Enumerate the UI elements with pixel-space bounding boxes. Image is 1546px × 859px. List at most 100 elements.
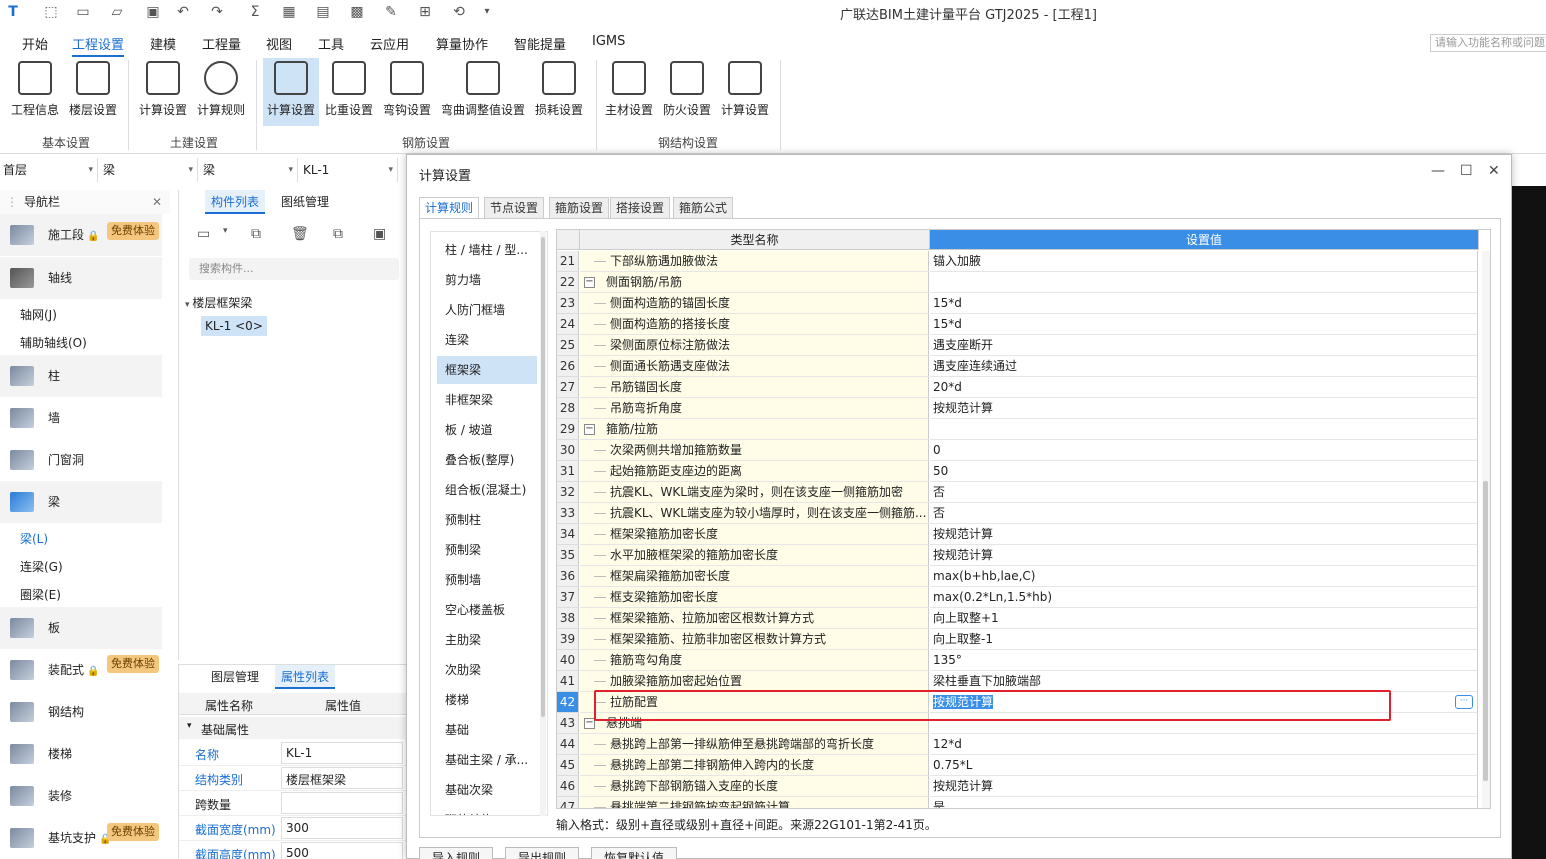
density-settings-button[interactable]: 比重设置: [320, 58, 378, 126]
category-item[interactable]: 框架梁: [437, 356, 537, 384]
more-options-icon[interactable]: ···: [1455, 695, 1473, 709]
table-row[interactable]: 38 框架梁箍筋、拉筋加密区根数计算方式 向上取整+1: [557, 608, 1490, 629]
new-component-icon[interactable]: ▭: [197, 226, 210, 242]
row-setting-value[interactable]: max(0.2*Ln,1.5*hb): [930, 587, 1478, 608]
table-row[interactable]: 33 抗震KL、WKL端支座为较小墙厚时，则在该支座一侧箍筋... 否: [557, 503, 1490, 524]
nav-item-foundation-pit[interactable]: 基坑支护 🔒 免费体验: [0, 817, 162, 859]
table-row[interactable]: 47 悬挑端第二排钢筋按弯起钢筋计算 是: [557, 797, 1490, 808]
maximize-icon[interactable]: ☐: [1460, 163, 1473, 179]
loss-settings-button[interactable]: 损耗设置: [530, 58, 588, 126]
copy-icon[interactable]: ⧉: [251, 226, 261, 242]
import-rules-button[interactable]: 导入规则: [419, 847, 494, 859]
scroll-thumb[interactable]: [541, 237, 545, 717]
scroll-thumb[interactable]: [1483, 481, 1488, 781]
category-item[interactable]: 剪力墙: [437, 266, 537, 294]
tab-stirrup-settings[interactable]: 箍筋设置: [549, 197, 610, 219]
tab-property-list[interactable]: 属性列表: [275, 665, 336, 689]
collapse-icon[interactable]: −: [584, 424, 595, 435]
tab-layer-management[interactable]: 图层管理: [205, 665, 265, 689]
row-setting-value[interactable]: 否: [930, 503, 1478, 524]
layout-icon[interactable]: ▩: [348, 3, 366, 21]
menu-collab[interactable]: 算量协作: [436, 34, 488, 53]
row-setting-value[interactable]: 锚入加腋: [930, 251, 1478, 272]
rebar-calc-settings-button[interactable]: 计算设置: [263, 58, 319, 126]
row-setting-value[interactable]: 50: [930, 461, 1478, 482]
table-row[interactable]: 25 梁侧面原位标注筋做法 遇支座断开: [557, 335, 1490, 356]
export-rules-button[interactable]: 导出规则: [505, 847, 580, 859]
menu-tools[interactable]: 工具: [318, 34, 344, 53]
row-setting-value[interactable]: [930, 272, 1478, 293]
row-setting-value[interactable]: 0: [930, 440, 1478, 461]
category-item[interactable]: 基础主梁 / 承...: [437, 746, 537, 774]
row-setting-value[interactable]: 15*d: [930, 314, 1478, 335]
row-setting-value[interactable]: 按规范计算: [930, 545, 1478, 566]
category-item[interactable]: 主肋梁: [437, 626, 537, 654]
category-item[interactable]: 次肋梁: [437, 656, 537, 684]
table-row[interactable]: 28 吊筋弯折角度 按规范计算: [557, 398, 1490, 419]
nav-item-beam[interactable]: 梁: [0, 481, 162, 523]
category-item[interactable]: 连梁: [437, 326, 537, 354]
tab-component-list[interactable]: 构件列表: [205, 190, 266, 214]
table-row[interactable]: 29− 箍筋/拉筋: [557, 419, 1490, 440]
table-row[interactable]: 44 悬挑跨上部第一排纵筋伸至悬挑跨端部的弯折长度 12*d: [557, 734, 1490, 755]
menu-smart[interactable]: 智能提量: [514, 34, 566, 53]
hook-settings-button[interactable]: 弯钩设置: [378, 58, 436, 126]
table-row[interactable]: 24 侧面构造筋的搭接长度 15*d: [557, 314, 1490, 335]
table-row[interactable]: 46 悬挑跨下部钢筋锚入支座的长度 按规范计算: [557, 776, 1490, 797]
component-item-kl1[interactable]: KL-1 <0>: [201, 316, 267, 336]
row-setting-value[interactable]: [930, 419, 1478, 440]
drag-handle-icon[interactable]: ⋮: [6, 190, 18, 214]
collapse-icon[interactable]: −: [584, 277, 595, 288]
component-tree-group[interactable]: ▾ 楼层框架梁: [185, 294, 252, 311]
table-row[interactable]: 27 吊筋锚固长度 20*d: [557, 377, 1490, 398]
tab-node-settings[interactable]: 节点设置: [484, 197, 545, 219]
property-group[interactable]: ▾ 基础属性: [179, 717, 407, 739]
row-setting-value[interactable]: 按规范计算: [930, 398, 1478, 419]
table-row[interactable]: 26 侧面通长筋遇支座做法 遇支座连续通过: [557, 356, 1490, 377]
grid-scrollbar[interactable]: [1482, 251, 1490, 808]
category-item[interactable]: 非框架梁: [437, 386, 537, 414]
nav-item-decoration[interactable]: 装修: [0, 775, 162, 817]
open-folder-icon[interactable]: ▱: [108, 3, 126, 21]
table-row[interactable]: 45 悬挑跨上部第二排钢筋伸入跨内的长度 0.75*L: [557, 755, 1490, 776]
nav-item-construction-section[interactable]: 施工段 🔒 免费体验: [0, 214, 162, 256]
table-row[interactable]: 36 框架扁梁箍筋加密长度 max(b+hb,lae,C): [557, 566, 1490, 587]
nav-item-stairs[interactable]: 楼梯: [0, 733, 162, 775]
save-icon[interactable]: ▣: [144, 3, 162, 21]
table-row[interactable]: 41 加腋梁箍筋加密起始位置 梁柱垂直下加腋端部: [557, 671, 1490, 692]
more-icon[interactable]: ▾: [478, 3, 496, 21]
table-row[interactable]: 35 水平加腋框架梁的箍筋加密长度 按规范计算: [557, 545, 1490, 566]
tab-drawing-management[interactable]: 图纸管理: [275, 190, 335, 214]
redo-icon[interactable]: ↷: [208, 3, 226, 21]
close-icon[interactable]: ✕: [152, 190, 162, 214]
nav-item-wall[interactable]: 墙: [0, 397, 162, 439]
nav-item-column[interactable]: 柱: [0, 355, 162, 397]
pen-icon[interactable]: ✎: [382, 3, 400, 21]
steel-calc-settings-button[interactable]: 计算设置: [716, 58, 774, 126]
tab-stirrup-formula[interactable]: 箍筋公式: [673, 197, 734, 219]
close-icon[interactable]: ✕: [1488, 163, 1500, 179]
category-item[interactable]: 空心楼盖板: [437, 596, 537, 624]
row-setting-value[interactable]: 否: [930, 482, 1478, 503]
nav-item-prefab[interactable]: 装配式 🔒 免费体验: [0, 649, 162, 691]
tab-lap-settings[interactable]: 搭接设置: [610, 197, 671, 219]
row-setting-value[interactable]: 15*d: [930, 293, 1478, 314]
category-item[interactable]: 基础次梁: [437, 776, 537, 804]
table-row[interactable]: 39 框架梁箍筋、拉筋非加密区根数计算方式 向上取整-1: [557, 629, 1490, 650]
floor-settings-button[interactable]: 楼层设置: [64, 58, 122, 126]
sync-icon[interactable]: ⟲: [450, 3, 468, 21]
row-setting-value[interactable]: 遇支座连续通过: [930, 356, 1478, 377]
table-row[interactable]: 30 次梁两侧共增加箍筋数量 0: [557, 440, 1490, 461]
row-setting-value[interactable]: 梁柱垂直下加腋端部: [930, 671, 1478, 692]
nav-sub-beam[interactable]: 梁(L): [20, 530, 48, 547]
nav-sub-coupling-beam[interactable]: 连梁(G): [20, 558, 63, 575]
project-info-button[interactable]: 工程信息: [6, 58, 64, 126]
nav-sub-aux-axis[interactable]: 辅助轴线(O): [20, 334, 87, 351]
category-item[interactable]: 板 / 坡道: [437, 416, 537, 444]
element-type-selector[interactable]: 梁 ▾: [100, 158, 198, 182]
menu-igms[interactable]: IGMS: [592, 34, 625, 49]
category-item[interactable]: 组合板(混凝土): [437, 476, 537, 504]
measure-icon[interactable]: ⊞: [416, 3, 434, 21]
element-subtype-selector[interactable]: 梁 ▾: [200, 158, 298, 182]
nav-sub-ring-beam[interactable]: 圈梁(E): [20, 586, 61, 603]
